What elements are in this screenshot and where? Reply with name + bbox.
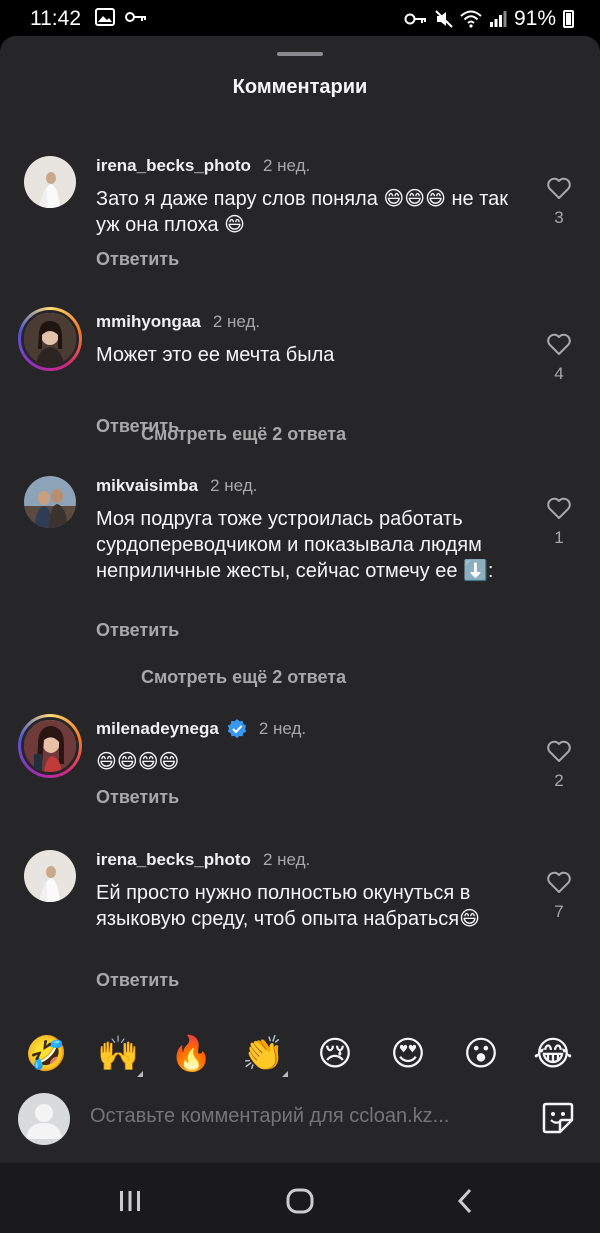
avatar[interactable] bbox=[18, 307, 82, 371]
comment-time: 2 нед. bbox=[258, 719, 307, 738]
battery-icon bbox=[563, 10, 574, 28]
own-avatar bbox=[18, 1093, 70, 1145]
like-count: 4 bbox=[554, 364, 564, 383]
avatar[interactable] bbox=[24, 476, 76, 528]
system-nav-bar bbox=[0, 1163, 600, 1233]
image-icon bbox=[95, 8, 115, 26]
comment-input[interactable] bbox=[90, 1105, 510, 1128]
heart-icon bbox=[547, 177, 571, 199]
heart-icon bbox=[547, 333, 571, 355]
view-more-replies[interactable]: Смотреть ещё 2 ответа bbox=[141, 424, 346, 445]
status-bar: 11:42 91% bbox=[0, 0, 600, 36]
sticker-icon[interactable] bbox=[540, 1100, 576, 1136]
quick-reactions-bar: 🤣 🙌 🔥 👏 😢 😍 😮 😂 bbox=[0, 1033, 600, 1077]
like-button[interactable]: 1 bbox=[544, 496, 574, 548]
reply-button[interactable]: Ответить bbox=[96, 620, 179, 641]
comments-sheet: Комментарии irena_becks_photo 2 нед. Зат… bbox=[0, 36, 600, 1163]
comment-username[interactable]: mikvaisimba bbox=[96, 476, 198, 496]
comment-text: Моя подруга тоже устроилась работать сур… bbox=[96, 508, 494, 582]
heart-icon bbox=[547, 740, 571, 762]
back-icon[interactable] bbox=[446, 1181, 486, 1221]
comment-time: 2 нед. bbox=[262, 850, 311, 869]
comment-time: 2 нед. bbox=[210, 476, 258, 495]
comment-username[interactable]: irena_becks_photo bbox=[96, 156, 251, 176]
reaction-rofl[interactable]: 🤣 bbox=[25, 1033, 67, 1075]
like-button[interactable]: 3 bbox=[544, 176, 574, 228]
reaction-joy[interactable]: 😂 bbox=[532, 1033, 574, 1075]
avatar[interactable] bbox=[24, 156, 76, 208]
drag-handle[interactable] bbox=[277, 52, 323, 56]
wifi-icon bbox=[460, 10, 482, 28]
mute-icon bbox=[435, 10, 453, 28]
reaction-raised-hands[interactable]: 🙌 bbox=[97, 1033, 143, 1077]
reaction-heart-eyes[interactable]: 😍 bbox=[387, 1033, 429, 1075]
comment-text: 😄😄😄😄 bbox=[96, 751, 180, 773]
vpn-key-icon bbox=[404, 13, 426, 25]
comment-time: 2 нед. bbox=[262, 156, 311, 175]
reaction-surprised[interactable]: 😮 bbox=[460, 1033, 502, 1075]
comment-username[interactable]: mmihyongaa bbox=[96, 312, 201, 332]
reply-button[interactable]: Ответить bbox=[96, 249, 179, 270]
home-icon[interactable] bbox=[280, 1181, 320, 1221]
comment-username[interactable]: milenadeynega bbox=[96, 719, 219, 739]
comment-text: Зато я даже пару слов поняла 😄😄😄 не так … bbox=[96, 188, 509, 236]
like-count: 7 bbox=[554, 902, 564, 921]
sheet-title: Комментарии bbox=[232, 76, 368, 98]
reaction-label: 🙌 bbox=[97, 1034, 140, 1074]
key-icon bbox=[125, 12, 146, 22]
like-button[interactable]: 4 bbox=[544, 332, 574, 384]
battery-percent: 91% bbox=[513, 7, 556, 30]
heart-icon bbox=[547, 871, 571, 893]
reaction-clap[interactable]: 👏 bbox=[242, 1033, 288, 1077]
reaction-label: 👏 bbox=[242, 1034, 285, 1074]
comment-text: Ей просто нужно полностью окунуться в яз… bbox=[96, 882, 480, 930]
reaction-fire[interactable]: 🔥 bbox=[170, 1033, 212, 1075]
reply-button[interactable]: Ответить bbox=[96, 970, 179, 991]
recent-apps-icon[interactable] bbox=[110, 1181, 150, 1221]
signal-icon bbox=[489, 11, 507, 27]
avatar[interactable] bbox=[24, 850, 76, 902]
comment-composer bbox=[0, 1088, 600, 1152]
comment-text: Может это ее мечта была bbox=[96, 344, 335, 366]
comment-time: 2 нед. bbox=[212, 312, 261, 331]
verified-badge-icon bbox=[227, 719, 247, 739]
like-count: 1 bbox=[554, 528, 564, 547]
reply-button[interactable]: Ответить bbox=[96, 787, 179, 808]
status-time: 11:42 bbox=[30, 7, 81, 30]
reaction-cry[interactable]: 😢 bbox=[314, 1033, 356, 1075]
avatar[interactable] bbox=[18, 714, 82, 778]
comment-username[interactable]: irena_becks_photo bbox=[96, 850, 251, 870]
like-button[interactable]: 2 bbox=[544, 739, 574, 791]
like-button[interactable]: 7 bbox=[544, 870, 574, 922]
like-count: 2 bbox=[554, 771, 564, 790]
heart-icon bbox=[547, 497, 571, 519]
view-more-replies[interactable]: Смотреть ещё 2 ответа bbox=[141, 667, 346, 688]
like-count: 3 bbox=[554, 208, 564, 227]
